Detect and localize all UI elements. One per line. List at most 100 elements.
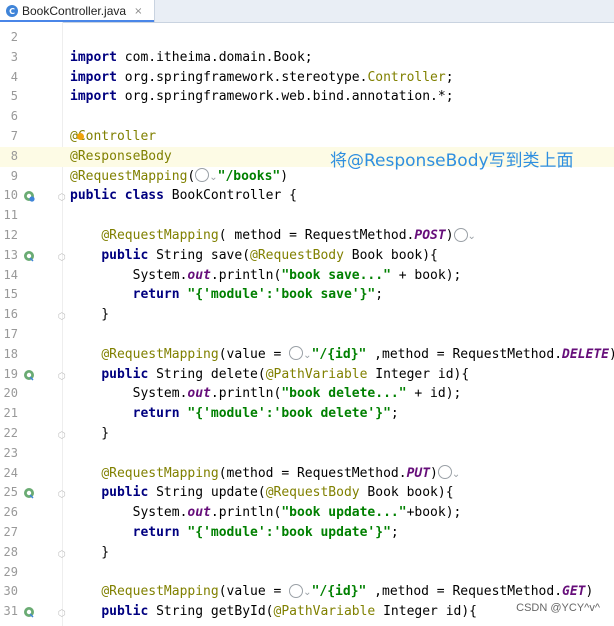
globe-icon[interactable] [195,168,210,183]
code-line[interactable]: 19 ⬡ public String delete(@PathVariable I… [0,365,614,385]
code-text: @RequestMapping(method = RequestMethod.P… [70,464,460,485]
code-token: import [70,69,125,85]
line-number: 5 [10,89,18,104]
globe-icon[interactable] [453,227,468,242]
code-token: Controller [367,69,446,85]
code-text: } [70,305,109,325]
code-line[interactable]: 5 import org.springframework.web.bind.ann… [0,87,614,107]
code-line[interactable]: 4 import org.springframework.stereotype.C… [0,68,614,88]
chevron-down-icon[interactable]: ⌄ [209,172,217,183]
code-token: String save( [156,247,251,263]
code-line[interactable]: 18 @RequestMapping(value = ⌄"/{id}" ,met… [0,345,614,365]
code-line[interactable]: 17 [0,325,614,345]
code-token: import [70,49,125,65]
code-token: (value = [218,346,290,362]
code-line[interactable]: 29 [0,563,614,583]
line-number: 20 [3,386,18,401]
code-line[interactable]: 2 [0,28,614,48]
chevron-down-icon[interactable]: ⌄ [303,350,311,361]
spring-bean-icon[interactable] [23,190,35,202]
line-number: 27 [3,525,18,539]
spring-endpoint-icon[interactable] [23,250,35,262]
code-text: } [70,543,109,563]
code-line[interactable]: 22 ⬡ } [0,424,614,444]
line-number: 2 [10,30,18,44]
code-line[interactable]: 26 System.out.println("book update..."+b… [0,503,614,523]
code-token: .println( [210,267,282,283]
line-number: 29 [3,564,18,579]
fold-marker-icon[interactable]: ⬡ [58,605,66,625]
overlay-annotation-text: 将@ResponseBody写到类上面 [330,151,574,171]
code-text: return "{'module':'book save'}"; [70,285,383,305]
line-number: 28 [3,544,18,559]
code-text: public class BookController { [70,186,297,206]
code-line[interactable]: 16 ⬡ } [0,305,614,325]
code-line[interactable]: 7 @Controller [0,127,614,147]
code-token: Integer id){ [375,604,478,620]
code-text: @RequestMapping(value = ⌄"/{id}" ,method… [70,345,614,366]
code-line[interactable]: 27 return "{'module':'book update'}"; [0,523,614,543]
spring-endpoint-icon[interactable] [23,606,35,618]
code-token: + id); [406,386,462,402]
code-token: public class [70,188,172,204]
code-token: System. [70,386,188,402]
close-icon[interactable]: × [134,6,142,17]
code-line[interactable]: 14 System.out.println("book save..." + b… [0,266,614,286]
line-number: 26 [3,505,18,520]
line-number: 17 [3,327,18,341]
line-number: 3 [10,49,18,64]
globe-icon[interactable] [437,465,452,480]
code-line[interactable]: 6 [0,107,614,127]
line-number: 13 [3,247,18,262]
code-token: ) [280,168,289,184]
editor-tab-bar: C BookController.java × [0,0,614,23]
code-line[interactable]: 28 ⬡ } [0,543,614,563]
code-line[interactable]: 25 ⬡ public String update(@RequestBody Bo… [0,483,614,503]
tab-bookcontroller[interactable]: C BookController.java × [0,0,156,22]
globe-icon[interactable] [289,583,304,598]
code-editor[interactable]: 2 3 import com.itheima.domain.Book; 4 import… [0,22,614,626]
spring-endpoint-icon[interactable] [23,487,35,499]
line-number: 30 [3,584,18,599]
code-token: ( [187,168,196,184]
code-token: "book delete..." [281,386,407,402]
code-text: import org.springframework.stereotype.Co… [70,68,454,88]
code-token: "/{id}" [311,584,367,600]
code-line[interactable]: 13 ⬡ public String save(@RequestBody Book… [0,246,614,266]
code-token: com.itheima.domain.Book; [124,49,313,65]
code-token: "/books" [217,168,281,184]
code-text: public String update(@RequestBody Book b… [70,483,453,503]
code-text: @RequestMapping(value = ⌄"/{id}" ,method… [70,582,593,603]
code-token: String delete( [156,366,266,382]
code-token: String update( [156,485,266,501]
code-token: public [101,366,157,382]
code-token: @ResponseBody [70,148,172,164]
code-line[interactable]: 15 return "{'module':'book save'}"; [0,285,614,305]
spring-endpoint-icon[interactable] [23,369,35,381]
code-line[interactable]: 21 return "{'module':'book delete'}"; [0,404,614,424]
code-line[interactable]: 10 ⬡ public class BookController { [0,186,614,206]
globe-icon[interactable] [289,346,304,361]
code-line[interactable]: 20 System.out.println("book delete..." +… [0,384,614,404]
code-text: @RequestMapping( method = RequestMethod.… [70,226,476,247]
chevron-down-icon[interactable]: ⌄ [452,469,460,480]
code-line[interactable]: 24 @RequestMapping(method = RequestMetho… [0,464,614,484]
chevron-down-icon[interactable]: ⌄ [303,587,311,598]
code-line[interactable]: 11 [0,206,614,226]
code-token: "/{id}" [311,346,367,362]
code-line[interactable]: 3 import com.itheima.domain.Book; [0,48,614,68]
line-number: 31 [3,604,18,619]
intention-bulb-icon[interactable] [77,133,84,140]
code-line[interactable]: 12 @RequestMapping( method = RequestMeth… [0,226,614,246]
code-line[interactable]: 23 [0,444,614,464]
line-number: 23 [3,445,18,460]
chevron-down-icon[interactable]: ⌄ [468,231,476,242]
code-token: public [101,247,157,263]
code-token: (value = [218,584,290,600]
line-number: 22 [3,426,18,440]
code-line[interactable]: 30 @RequestMapping(value = ⌄"/{id}" ,met… [0,582,614,602]
